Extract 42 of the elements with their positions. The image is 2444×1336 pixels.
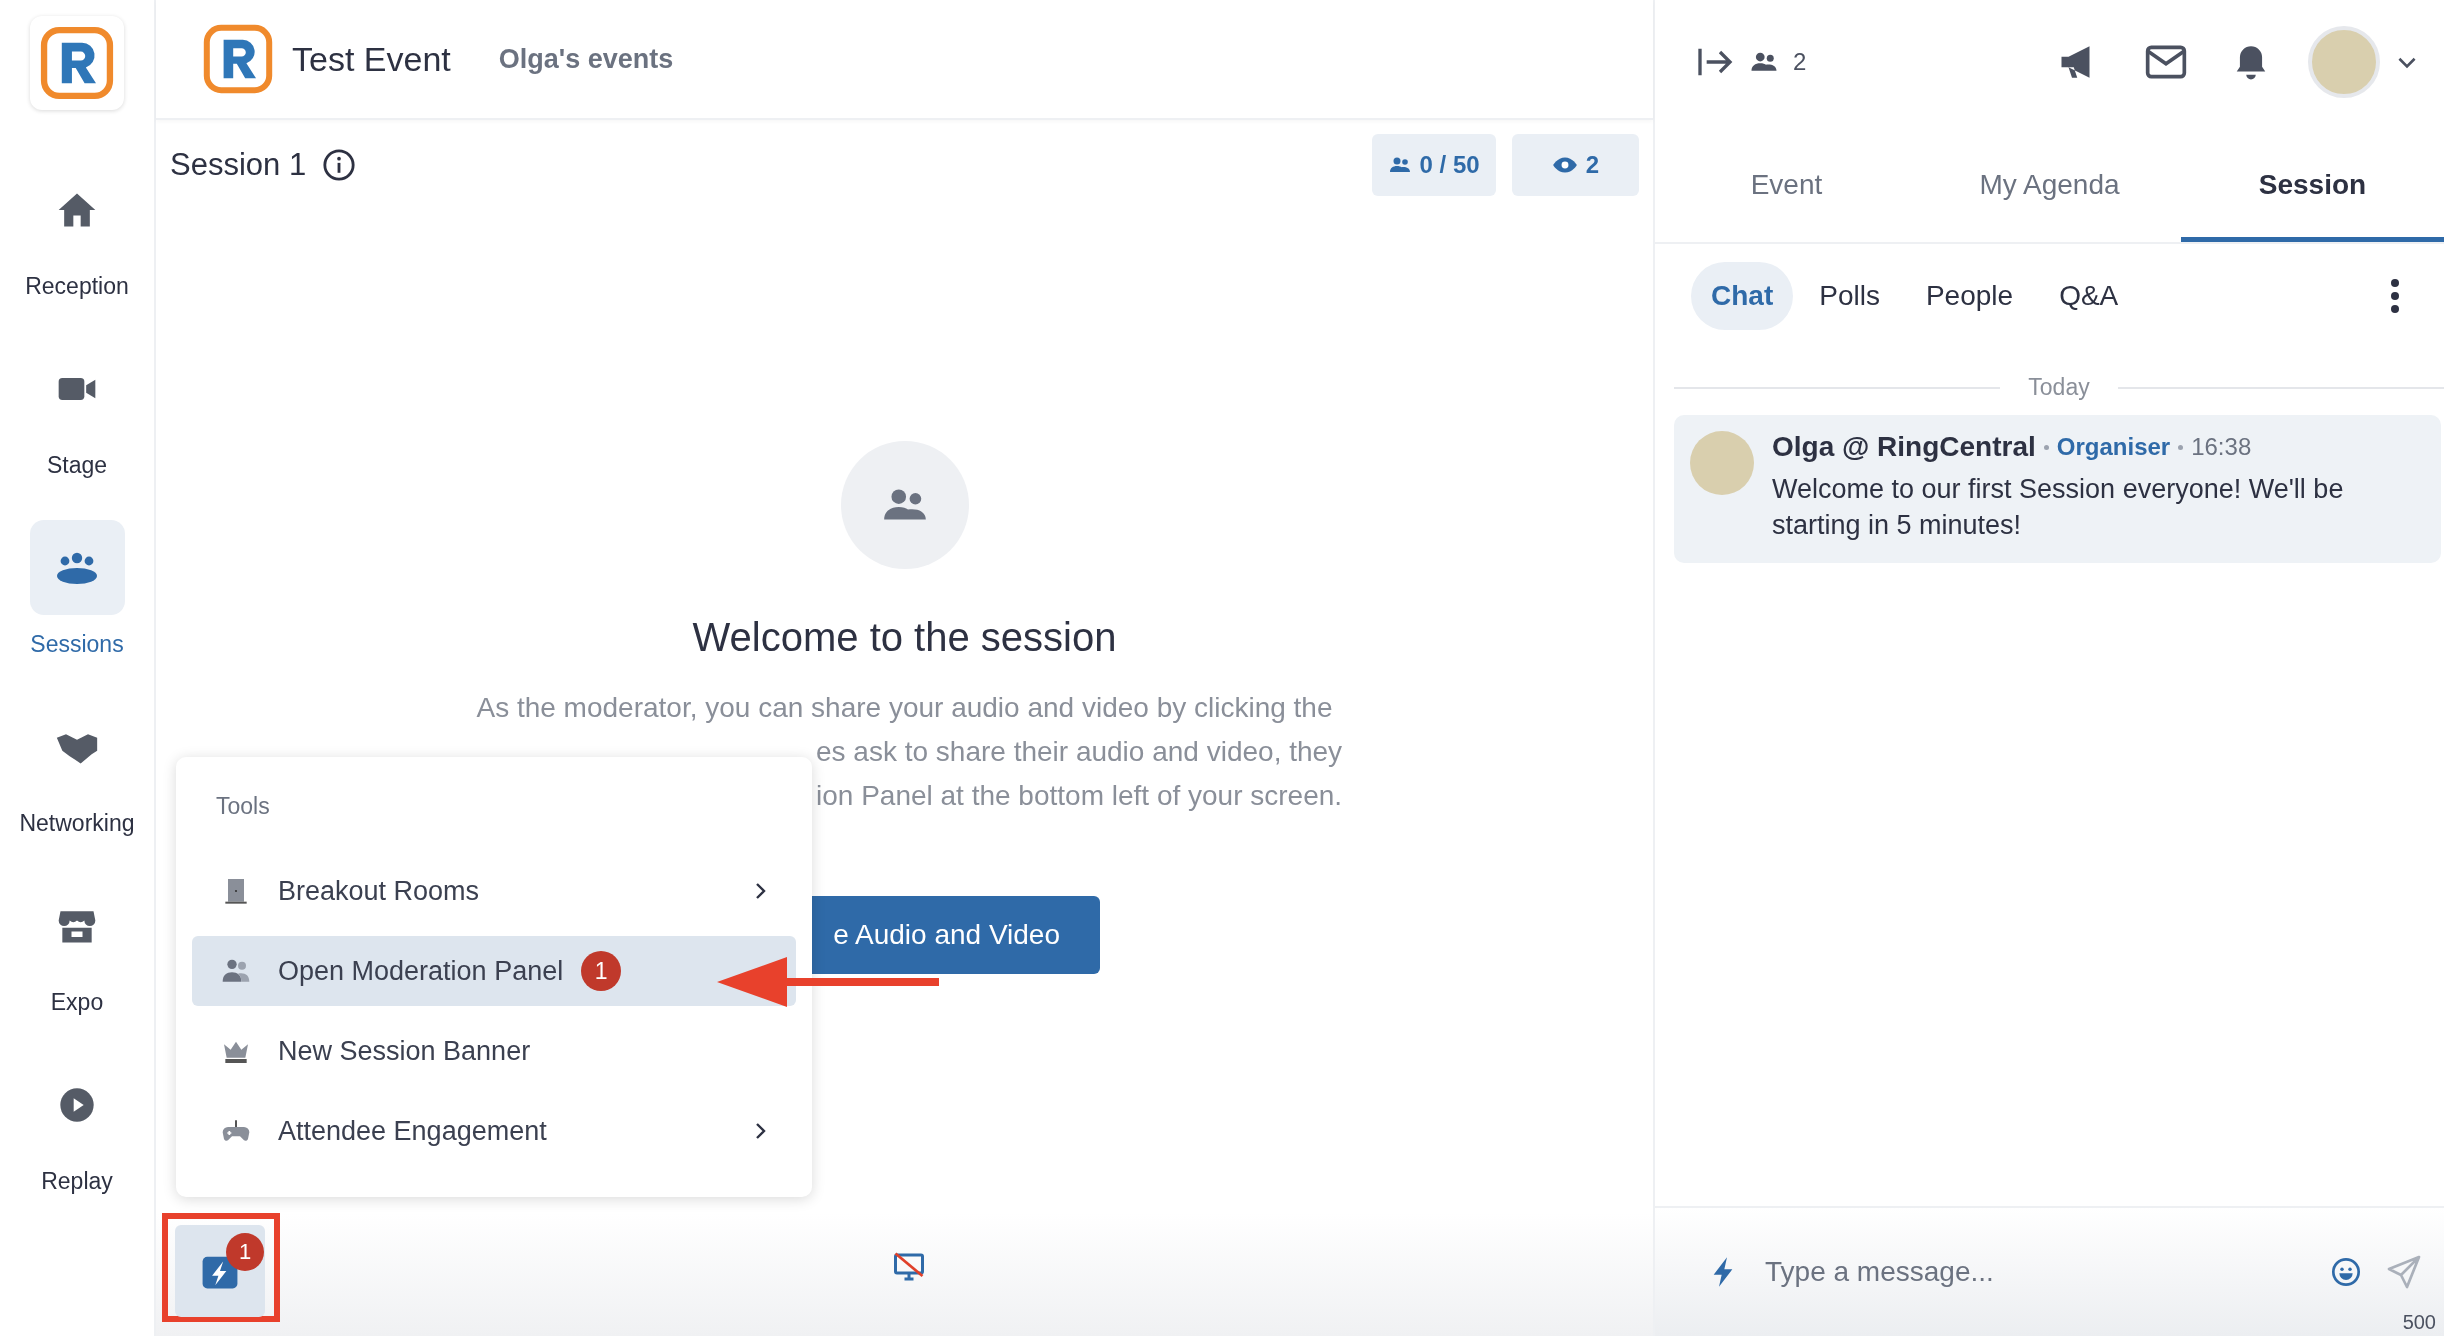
menu-item[interactable]: Attendee Engagement <box>192 1096 796 1166</box>
viewers-badge: 2 <box>1511 134 1639 196</box>
event-organizer-link[interactable]: Olga's events <box>498 43 674 75</box>
message-text: Welcome to our first Session everyone! We'll be starting in 5 minutes! <box>1772 473 2345 542</box>
chat-tab[interactable]: Q&A <box>2039 262 2139 330</box>
event-title: Test Event <box>292 39 451 79</box>
menu-item[interactable]: Open Moderation Panel 1 <box>192 936 796 1006</box>
message-author: Olga @ RingCentral <box>1772 431 2036 463</box>
menu-item[interactable]: New Session Banner <box>192 1016 796 1086</box>
sidebar-item[interactable]: Networking <box>19 699 135 878</box>
welcome-heading: Welcome to the session <box>692 615 1117 660</box>
panel-tab[interactable]: Event <box>1655 132 1918 242</box>
notification-badge: 1 <box>581 951 622 991</box>
menu-heading: Tools <box>216 793 271 820</box>
chat-tab[interactable]: People <box>1905 262 2034 330</box>
emoji-icon[interactable] <box>2330 1256 2362 1288</box>
welcome-text: ion Panel at the bottom left of your screen. <box>816 779 1343 813</box>
separator-dot <box>2178 444 2184 450</box>
character-limit: 500 <box>2402 1311 2436 1334</box>
panel-tab[interactable]: My Agenda <box>1918 132 2181 242</box>
more-options-icon[interactable] <box>2390 278 2400 314</box>
session-title: Session 1 <box>170 147 307 183</box>
info-icon[interactable] <box>322 148 357 182</box>
date-divider: Today <box>2028 374 2090 401</box>
event-logo <box>202 23 274 95</box>
menu-item[interactable]: Breakout Rooms <box>192 856 796 926</box>
welcome-text: es ask to share their audio and video, they <box>816 735 1343 769</box>
chat-tab[interactable]: Polls <box>1799 262 1900 330</box>
role-label: Organiser <box>2056 433 2171 461</box>
message-time: 16:38 <box>2191 433 2252 461</box>
sidebar-item[interactable]: Stage <box>29 341 125 520</box>
capacity-badge: 0 / 50 <box>1371 134 1496 196</box>
chat-tab[interactable]: Chat <box>1691 262 1794 330</box>
sidebar-item[interactable]: Reception <box>25 162 129 341</box>
panel-tab[interactable]: Session <box>2181 132 2444 242</box>
online-count: 2 <box>1793 48 1807 76</box>
sidebar-item[interactable]: Replay <box>29 1057 125 1236</box>
share-audio-video-button[interactable]: e Audio and Video <box>812 896 1100 974</box>
message-input[interactable]: Type a message... <box>1763 1255 2306 1289</box>
sidebar-item[interactable]: Expo <box>29 878 125 1057</box>
welcome-text: As the moderator, you can share your audio and video by clicking the <box>476 691 1333 725</box>
separator-dot <box>2043 444 2049 450</box>
